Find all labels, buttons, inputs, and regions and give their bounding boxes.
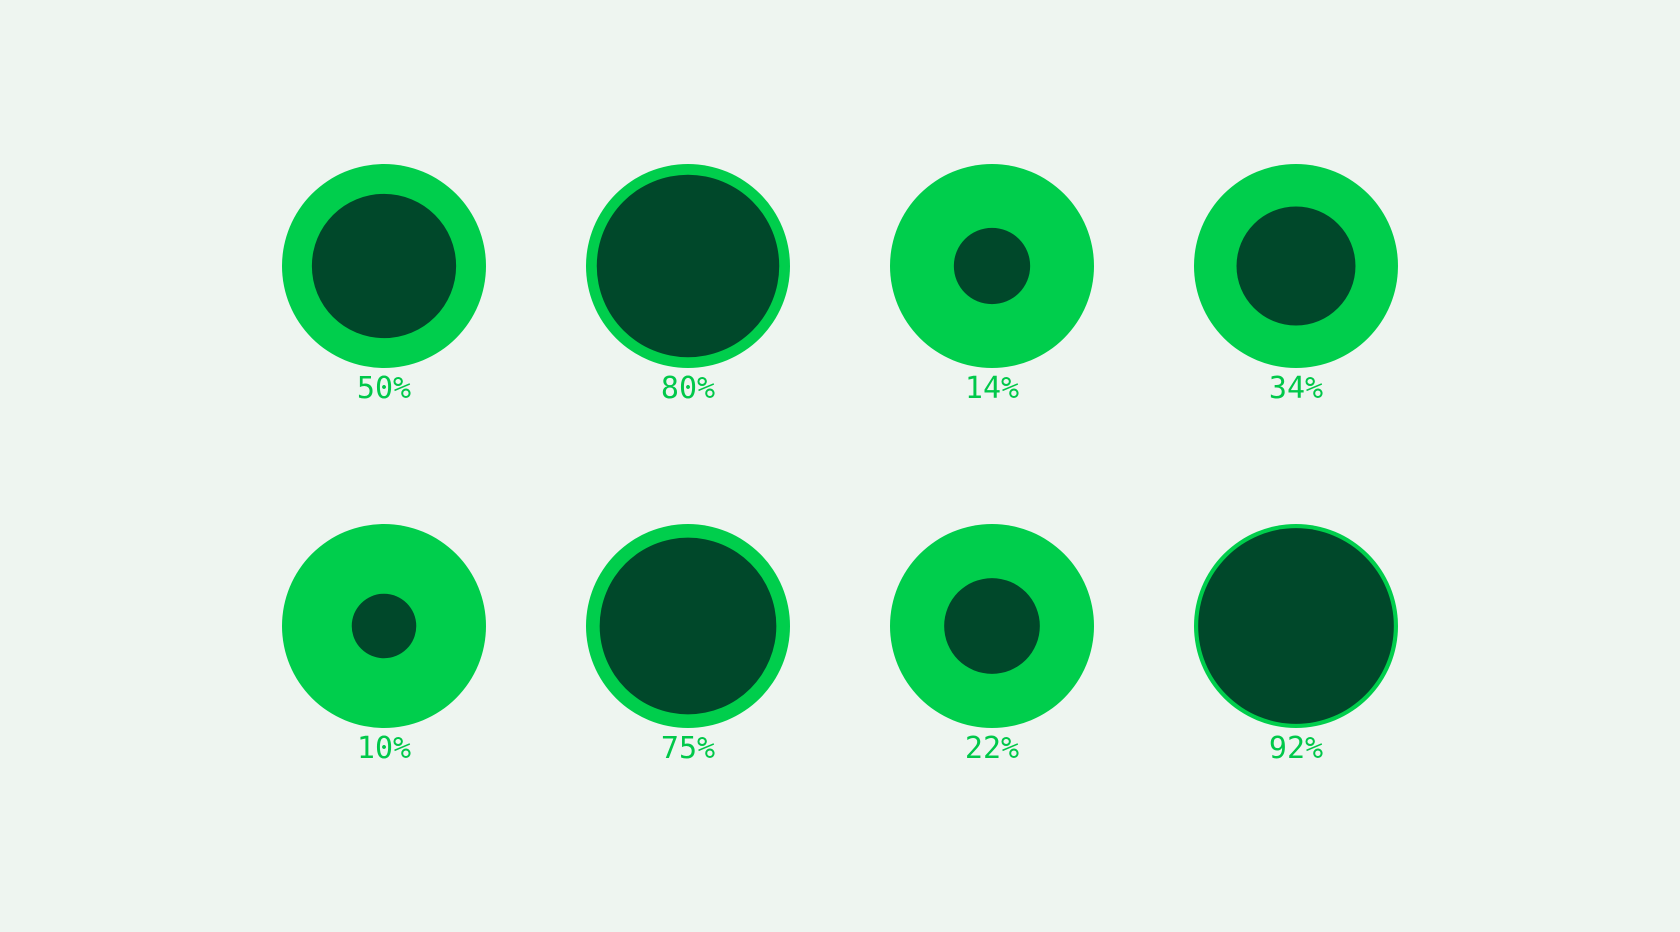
percentage-circle-chart: 50% 80% 14% 34% 10% 75% 22% 92% [0,0,1680,932]
value-circle [953,227,1031,305]
percentage-label: 75% [661,731,715,766]
percentage-label: 50% [357,371,411,406]
percentage-label: 80% [661,371,715,406]
value-circle [1198,528,1394,724]
percentage-label: 22% [965,731,1019,766]
value-circle [596,174,780,358]
value-circle [311,193,457,339]
value-circle [351,593,417,659]
chart-background [0,0,1680,932]
percentage-label: 92% [1269,731,1323,766]
value-circle [1236,206,1356,326]
percentage-label: 10% [357,731,411,766]
value-circle [944,578,1040,674]
value-circle [599,537,777,715]
percentage-label: 14% [965,371,1019,406]
chart-canvas: 50% 80% 14% 34% 10% 75% 22% 92% [0,0,1680,932]
percentage-label: 34% [1269,371,1323,406]
